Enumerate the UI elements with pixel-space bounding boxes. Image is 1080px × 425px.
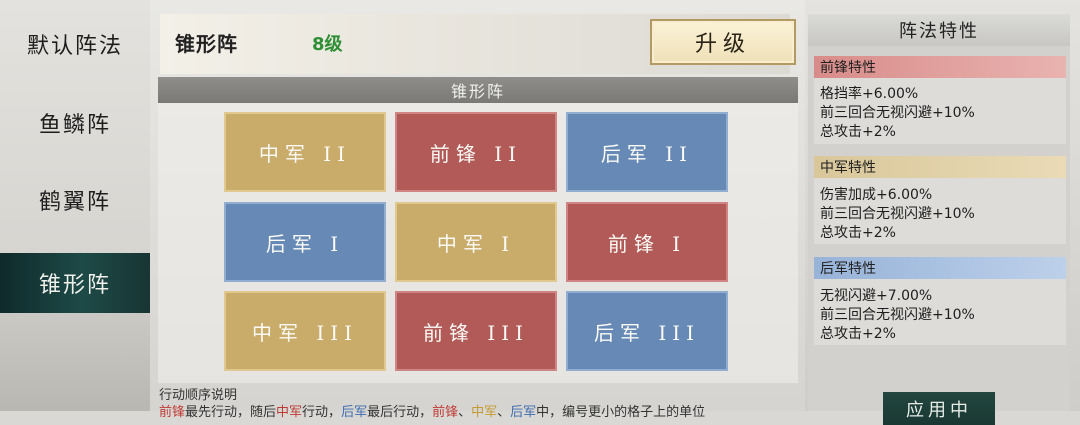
order-text-segment: 最先行动，随后 — [185, 405, 277, 420]
order-middle: 中军 — [276, 405, 303, 420]
grid-cell-middle-2[interactable]: 中军 II — [224, 112, 386, 192]
sidebar-item-label: 锥形阵 — [38, 273, 111, 298]
trait-line: 总攻击+2% — [820, 124, 896, 140]
grid-title-bar: 锥形阵 — [158, 77, 798, 103]
grid-cell-label: 前锋 II — [429, 141, 523, 166]
order-front: 前锋 — [159, 405, 186, 420]
sidebar-item-cone[interactable]: 锥形阵 — [0, 253, 150, 313]
grid-cell-front-3[interactable]: 前锋 III — [395, 291, 557, 371]
sidebar-shade — [0, 313, 150, 411]
trait-line: 总攻击+2% — [820, 225, 896, 241]
grid-title: 锥形阵 — [450, 82, 505, 101]
order-middle: 中军 — [471, 405, 498, 420]
trait-line: 伤害加成+6.00% — [820, 187, 933, 203]
grid-cell-label: 后军 III — [593, 320, 701, 345]
traits-title: 阵法特性 — [808, 14, 1070, 46]
grid-cell-middle-3[interactable]: 中军 III — [224, 291, 386, 371]
upgrade-button[interactable]: 升级 — [650, 19, 796, 65]
traits-inner: 阵法特性 前锋特性 格挡率+6.00% 前三回合无视闪避+10% 总攻击+2% … — [808, 14, 1070, 425]
sidebar-item-crane-wing[interactable]: 鹤翼阵 — [0, 170, 150, 230]
grid-cell-label: 中军 I — [436, 231, 516, 256]
grid-cell-front-2[interactable]: 前锋 II — [395, 112, 557, 192]
upgrade-button-label: 升级 — [694, 32, 751, 57]
apply-button[interactable]: 应用中 — [883, 392, 995, 425]
order-text-segment: 行动， — [302, 405, 342, 420]
trait-line: 无视闪避+7.00% — [820, 288, 933, 304]
sidebar-item-default[interactable]: 默认阵法 — [0, 14, 150, 74]
trait-head-rear: 后军特性 — [814, 257, 1066, 279]
trait-line: 前三回合无视闪避+10% — [820, 105, 975, 121]
grid-cell-rear-2[interactable]: 后军 II — [566, 112, 728, 192]
order-text-segment: 中，编号更小的格子上的单位 — [536, 405, 706, 420]
apply-button-label: 应用中 — [906, 400, 972, 421]
grid-cell-rear-3[interactable]: 后军 III — [566, 291, 728, 371]
sidebar-item-label: 鱼鳞阵 — [38, 113, 111, 138]
trait-line: 前三回合无视闪避+10% — [820, 307, 975, 323]
sidebar-item-label: 鹤翼阵 — [38, 190, 111, 215]
traits-panel: 阵法特性 前锋特性 格挡率+6.00% 前三回合无视闪避+10% 总攻击+2% … — [805, 0, 1080, 425]
trait-head-middle: 中军特性 — [814, 156, 1066, 178]
trait-head-front: 前锋特性 — [814, 56, 1066, 78]
grid-cell-label: 前锋 I — [607, 231, 687, 256]
grid-cell-label: 后军 I — [265, 231, 345, 256]
grid-cell-rear-1[interactable]: 后军 I — [224, 202, 386, 282]
trait-box-rear: 后军特性 无视闪避+7.00% 前三回合无视闪避+10% 总攻击+2% — [814, 257, 1066, 345]
order-rear: 后军 — [341, 405, 368, 420]
order-text-segment: 、 — [458, 405, 472, 420]
grid-cell-label: 后军 II — [600, 141, 694, 166]
trait-box-front: 前锋特性 格挡率+6.00% 前三回合无视闪避+10% 总攻击+2% — [814, 56, 1066, 144]
trait-line: 总攻击+2% — [820, 326, 896, 342]
formation-name: 锥形阵 — [175, 32, 238, 56]
grid-cell-front-1[interactable]: 前锋 I — [566, 202, 728, 282]
grid-cell-label: 前锋 III — [422, 320, 530, 345]
sidebar-item-fish-scale[interactable]: 鱼鳞阵 — [0, 93, 150, 153]
order-rear: 后军 — [510, 405, 537, 420]
trait-line: 前三回合无视闪避+10% — [820, 206, 975, 222]
grid-cell-label: 中军 III — [251, 320, 359, 345]
grid-cell-label: 中军 II — [258, 141, 352, 166]
formation-main-panel: 锥形阵 8级 升级 锥形阵 中军 II 前锋 II 后军 II 后军 I 中军 … — [150, 0, 805, 420]
order-text-segment: 、 — [497, 405, 511, 420]
formation-sidebar: 默认阵法 鱼鳞阵 鹤翼阵 锥形阵 — [0, 0, 150, 411]
trait-line: 格挡率+6.00% — [820, 86, 919, 102]
formation-level: 8级 — [312, 34, 343, 55]
formation-grid: 中军 II 前锋 II 后军 II 后军 I 中军 I 前锋 I 中军 III … — [158, 103, 798, 383]
grid-cell-middle-1[interactable]: 中军 I — [395, 202, 557, 282]
trait-box-middle: 中军特性 伤害加成+6.00% 前三回合无视闪避+10% 总攻击+2% — [814, 156, 1066, 244]
order-text-segment: 最后行动， — [367, 405, 433, 420]
sidebar-item-label: 默认阵法 — [26, 34, 123, 59]
order-front: 前锋 — [432, 405, 459, 420]
